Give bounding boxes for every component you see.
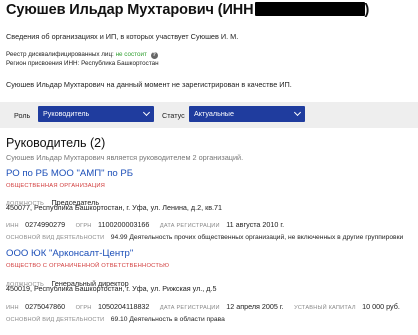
chevron-down-icon <box>142 108 151 117</box>
region-value: Республика Башкортостан <box>81 60 159 67</box>
org-link[interactable]: РО по РБ МОО "АМП" по РБ <box>6 168 133 179</box>
capital-label: УСТАВНЫЙ КАПИТАЛ <box>294 305 356 311</box>
status-label: Статус <box>162 111 185 120</box>
activity-value: 94.99 Деятельность прочих общественных о… <box>110 234 404 241</box>
org-form: ОБЩЕСТВО С ОГРАНИЧЕННОЙ ОТВЕТСТВЕННОСТЬЮ <box>6 263 170 269</box>
activity-value: 69.10 Деятельность в области права <box>110 316 225 323</box>
org-form: ОБЩЕСТВЕННАЯ ОРГАНИЗАЦИЯ <box>6 183 106 189</box>
activity-label: ОСНОВНОЙ ВИД ДЕЯТЕЛЬНОСТИ <box>6 317 105 323</box>
section-subtitle: Суюшев Ильдар Мухтарович является руково… <box>6 153 244 162</box>
status-select-value: Актуальные <box>194 109 234 118</box>
page-title-text: Суюшев Ильдар Мухтарович (ИНН <box>6 2 254 18</box>
org-activity-row: ОСНОВНОЙ ВИД ДЕЯТЕЛЬНОСТИ 94.99 Деятельн… <box>6 226 403 244</box>
redacted-inn <box>254 2 365 16</box>
capital-value: 10 000 руб. <box>362 302 400 311</box>
role-select[interactable]: Руководитель <box>38 106 154 122</box>
status-select[interactable]: Актуальные <box>189 106 305 122</box>
ip-note: Суюшев Ильдар Мухтарович на данный момен… <box>6 80 292 89</box>
page-title-suffix: ) <box>364 2 370 18</box>
org-address: 450019, Республика Башкортостан, г. Уфа,… <box>6 284 217 293</box>
filter-bar: Роль Руководитель Статус Актуальные <box>0 102 418 128</box>
activity-label: ОСНОВНОЙ ВИД ДЕЯТЕЛЬНОСТИ <box>6 235 105 241</box>
section-title: Руководитель (2) <box>6 136 106 150</box>
region-label: Регион присвоения ИНН: <box>6 60 80 67</box>
org-link[interactable]: ООО ЮК "Арконсалт-Центр" <box>6 248 133 259</box>
summary-line: Сведения об организациях и ИП, в которых… <box>6 32 239 41</box>
page-title: Суюшев Ильдар Мухтарович (ИНН) <box>6 2 369 18</box>
reg-date-value: 12 апреля 2005 г. <box>226 302 284 311</box>
org-activity-row: ОСНОВНОЙ ВИД ДЕЯТЕЛЬНОСТИ 69.10 Деятельн… <box>6 308 225 326</box>
region-row: Регион присвоения ИНН: Республика Башкор… <box>6 60 159 67</box>
disqualification-label: Реестр дисквалифицированных лиц: <box>6 51 114 58</box>
role-select-value: Руководитель <box>43 109 90 118</box>
disqualification-value: не состоит <box>115 51 147 58</box>
org-address: 450077, Республика Башкортостан, г. Уфа,… <box>6 203 223 212</box>
role-label: Роль <box>14 111 31 120</box>
chevron-down-icon <box>293 108 302 117</box>
question-icon[interactable]: ? <box>150 52 158 59</box>
disqualification-row: Реестр дисквалифицированных лиц: не сост… <box>6 51 158 59</box>
